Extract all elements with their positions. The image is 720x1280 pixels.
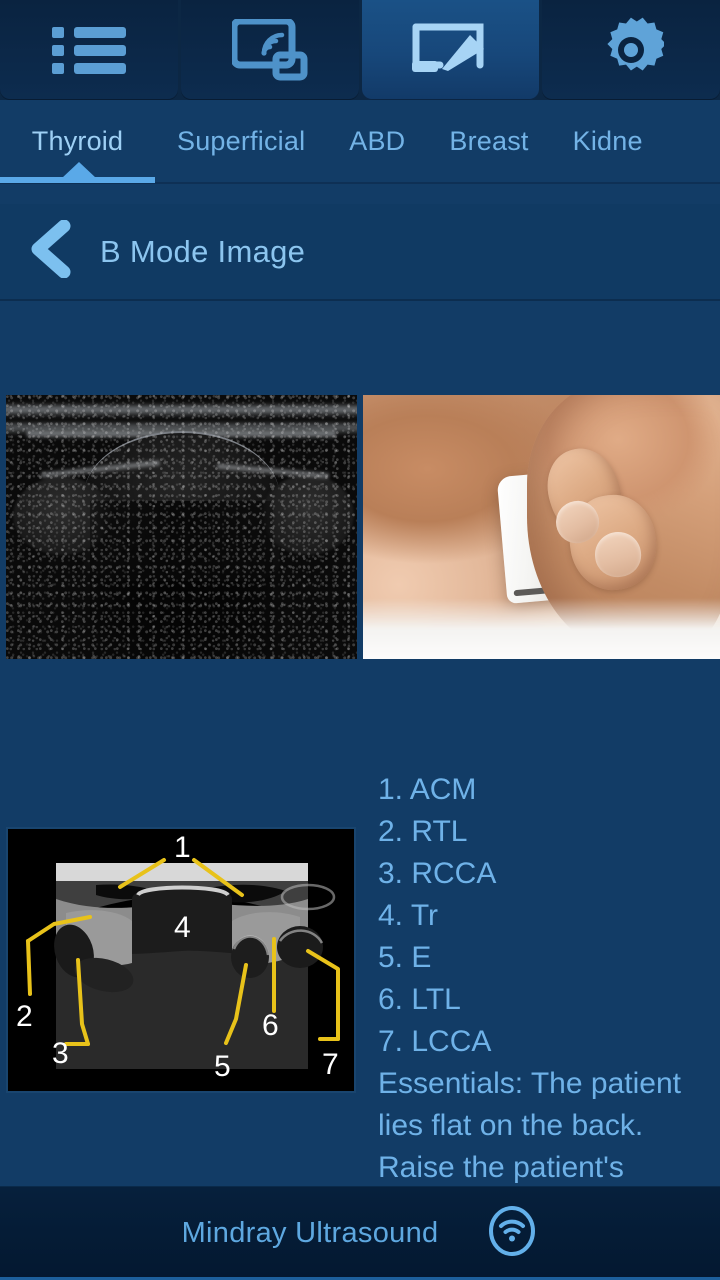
page-header: B Mode Image (0, 204, 720, 301)
probe-placement-photo[interactable] (363, 395, 720, 659)
anatomy-diagram-svg: 1 2 3 4 5 6 7 (8, 829, 354, 1091)
probe-photo-canvas (363, 395, 720, 659)
whiteboard-pencil-icon (410, 21, 490, 79)
footer-brand: Mindray Ultrasound (181, 1217, 439, 1249)
back-button[interactable] (0, 203, 100, 300)
diagram-label-7: 7 (322, 1048, 339, 1081)
topbar-tab-annotate[interactable] (361, 0, 540, 100)
diagram-label-2: 2 (16, 1000, 33, 1033)
topbar-tab-cast[interactable] (180, 0, 359, 100)
legend-item-1: 1. ACM (378, 773, 477, 806)
diagram-label-4: 4 (174, 911, 191, 944)
legend-item-6: 6. LTL (378, 983, 461, 1016)
legend-item-5: 5. E (378, 941, 432, 974)
category-tab-superficial[interactable]: Superficial (155, 100, 327, 182)
ultrasound-canvas (6, 395, 357, 659)
page-title: B Mode Image (100, 233, 306, 269)
list-icon (51, 22, 126, 78)
category-tab-kidney[interactable]: Kidne (551, 100, 665, 182)
diagram-label-1: 1 (174, 831, 191, 864)
content-area: 1 2 3 4 5 6 7 1. ACM 2. RTL 3. RCCA 4. T… (0, 303, 720, 1186)
topbar-tab-list[interactable] (0, 0, 178, 100)
lower-row: 1 2 3 4 5 6 7 1. ACM 2. RTL 3. RCCA 4. T… (0, 773, 720, 1187)
media-row (0, 395, 720, 659)
back-chevron-icon (26, 219, 74, 283)
screen-cast-icon (231, 19, 308, 81)
diagram-label-5: 5 (214, 1050, 231, 1083)
legend-item-7: 7. LCCA (378, 1025, 492, 1058)
footer-bar: Mindray Ultrasound (0, 1186, 720, 1280)
legend-item-2: 2. RTL (378, 815, 468, 848)
legend-item-3: 3. RCCA (378, 857, 497, 890)
gear-icon (598, 17, 665, 83)
category-tab-row: Thyroid Superficial ABD Breast Kidne (0, 100, 665, 182)
essentials-text: Essentials: The patient lies flat on the… (378, 1067, 681, 1184)
diagram-label-6: 6 (262, 1009, 279, 1042)
category-tab-abd[interactable]: ABD (327, 100, 427, 182)
notes-panel: 1. ACM 2. RTL 3. RCCA 4. Tr 5. E 6. LTL … (378, 769, 720, 1187)
diagram-label-3: 3 (52, 1037, 69, 1070)
topbar-tab-settings[interactable] (542, 0, 720, 100)
legend-item-4: 4. Tr (378, 899, 439, 932)
category-tab-strip[interactable]: Thyroid Superficial ABD Breast Kidne (0, 100, 720, 200)
anatomy-diagram[interactable]: 1 2 3 4 5 6 7 (6, 827, 356, 1093)
top-icon-tab-bar (0, 0, 720, 100)
ultrasound-image[interactable] (6, 395, 357, 659)
category-tab-breast[interactable]: Breast (427, 100, 550, 182)
app-root: Thyroid Superficial ABD Breast Kidne B M… (0, 0, 720, 1280)
wifi-circle-icon[interactable] (486, 1205, 538, 1262)
category-tab-active-caret (62, 162, 96, 178)
